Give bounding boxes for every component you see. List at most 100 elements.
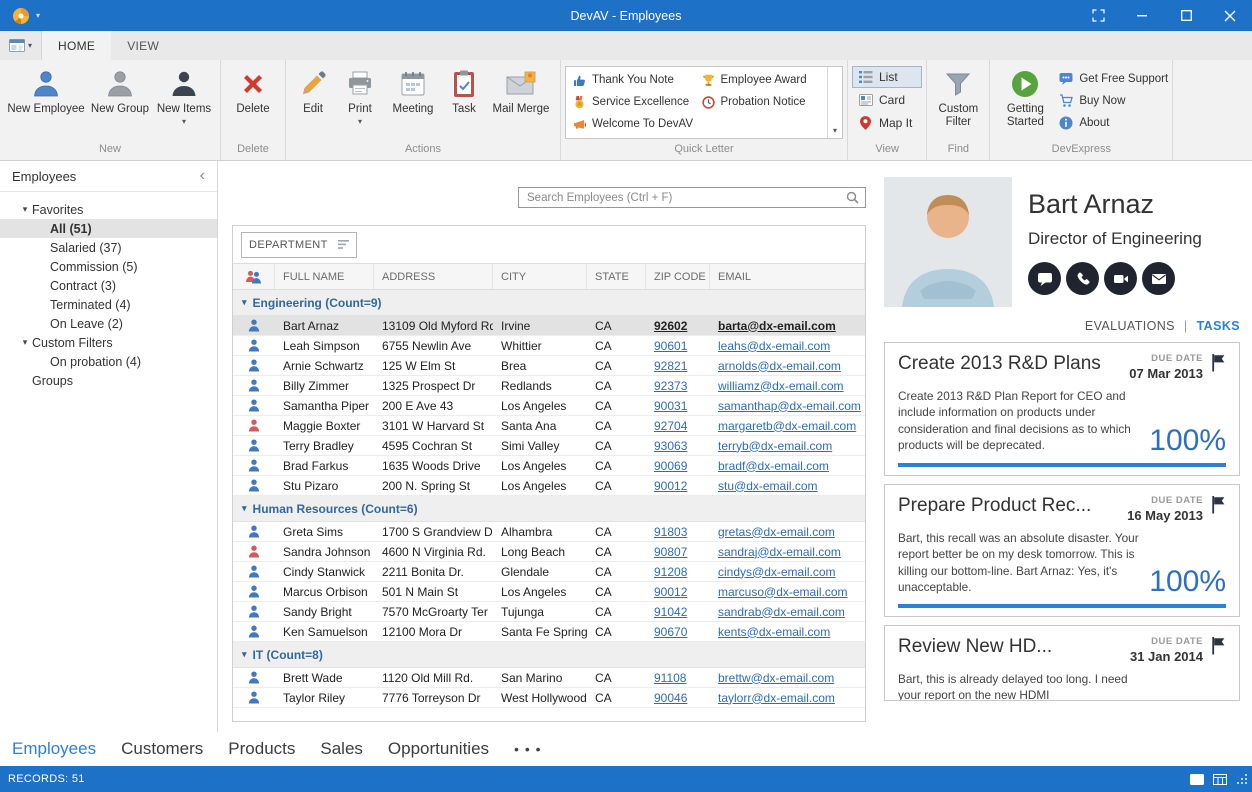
buy-now-button[interactable]: Buy Now [1058, 92, 1168, 109]
email-link[interactable]: leahs@dx-email.com [718, 339, 830, 353]
employee-row-marcus-orbison[interactable]: Marcus Orbison501 N Main StLos AngelesCA… [233, 582, 865, 602]
zip-code-link[interactable]: 90601 [654, 339, 687, 353]
zip-code-link[interactable]: 90031 [654, 399, 687, 413]
card-view-toggle-icon[interactable] [1190, 774, 1204, 785]
new-items-button[interactable]: New Items ▾ [152, 63, 216, 139]
application-menu-button[interactable]: ▾ [0, 31, 42, 60]
zip-code-link[interactable]: 92373 [654, 379, 687, 393]
group-row-it-count-8[interactable]: ▾IT (Count=8) [233, 642, 865, 668]
email-button[interactable] [1142, 262, 1175, 295]
display-options-button[interactable] [1076, 0, 1120, 31]
column-header-full-name[interactable]: FULL NAME [275, 264, 374, 289]
zip-code-link[interactable]: 91803 [654, 525, 687, 539]
sidebar-item-groups[interactable]: Groups [0, 371, 217, 390]
search-input[interactable] [527, 192, 846, 204]
zip-code-link[interactable]: 91208 [654, 565, 687, 579]
bottom-nav-sales[interactable]: Sales [320, 739, 363, 759]
column-header-zip-code[interactable]: ZIP CODE [646, 264, 710, 289]
resize-grip-icon[interactable] [1236, 773, 1248, 785]
bottom-nav-customers[interactable]: Customers [121, 739, 203, 759]
employee-row-greta-sims[interactable]: Greta Sims1700 S Grandview Dr.AlhambraCA… [233, 522, 865, 542]
getting-started-button[interactable]: Getting Started [994, 63, 1056, 139]
sidebar-item-terminated-4[interactable]: Terminated (4) [0, 295, 217, 314]
grid-view-toggle-icon[interactable] [1213, 774, 1227, 785]
employee-row-sandy-bright[interactable]: Sandy Bright7570 McGroarty TerTujungaCA9… [233, 602, 865, 622]
quick-letter-item-service-excellence[interactable]: Service Excellence [568, 91, 697, 113]
zip-code-link[interactable]: 90012 [654, 479, 687, 493]
email-link[interactable]: taylorr@dx-email.com [718, 691, 835, 705]
employee-row-leah-simpson[interactable]: Leah Simpson6755 Newlin AveWhittierCA906… [233, 336, 865, 356]
zip-code-link[interactable]: 90069 [654, 459, 687, 473]
quick-letter-item-thank-you-note[interactable]: Thank You Note [568, 69, 697, 91]
email-link[interactable]: kents@dx-email.com [718, 625, 830, 639]
quick-letter-item-employee-award[interactable]: Employee Award [697, 69, 826, 91]
task-card-review-new-hd[interactable]: Review New HD...DUE DATE31 Jan 2014Bart,… [884, 625, 1240, 701]
delete-button[interactable]: Delete [225, 63, 281, 139]
call-button[interactable] [1066, 262, 1099, 295]
column-header-person[interactable] [233, 264, 275, 289]
employee-row-stu-pizaro[interactable]: Stu Pizaro200 N. Spring StLos AngelesCA9… [233, 476, 865, 496]
sidebar-item-all-51[interactable]: All (51) [0, 219, 217, 238]
employee-row-ken-samuelson[interactable]: Ken Samuelson12100 Mora DrSanta Fe Sprin… [233, 622, 865, 642]
bottom-nav-opportunities[interactable]: Opportunities [388, 739, 489, 759]
new-employee-button[interactable]: New Employee [4, 63, 88, 139]
zip-code-link[interactable]: 90012 [654, 585, 687, 599]
tab-view[interactable]: VIEW [111, 31, 175, 60]
maximize-button[interactable] [1164, 0, 1208, 31]
email-link[interactable]: samanthap@dx-email.com [718, 399, 861, 413]
sidebar-item-salaried-37[interactable]: Salaried (37) [0, 238, 217, 257]
video-call-button[interactable] [1104, 262, 1137, 295]
group-row-human-resources-count-6[interactable]: ▾Human Resources (Count=6) [233, 496, 865, 522]
meeting-button[interactable]: Meeting [384, 63, 442, 139]
email-link[interactable]: sandraj@dx-email.com [718, 545, 841, 559]
email-link[interactable]: arnolds@dx-email.com [718, 359, 841, 373]
zip-code-link[interactable]: 90046 [654, 691, 687, 705]
employee-row-billy-zimmer[interactable]: Billy Zimmer1325 Prospect DrRedlandsCA92… [233, 376, 865, 396]
close-button[interactable] [1208, 0, 1252, 31]
task-card-prepare-product-rec[interactable]: Prepare Product Rec...DUE DATE16 May 201… [884, 484, 1240, 617]
collapse-arrow-icon[interactable]: ▾ [242, 503, 247, 514]
tab-tasks[interactable]: TASKS [1197, 319, 1240, 333]
task-card-create-2013-r-d-plans[interactable]: Create 2013 R&D PlansDUE DATE07 Mar 2013… [884, 342, 1240, 476]
bottom-nav-more-button[interactable]: • • • [514, 741, 541, 757]
employee-row-sandra-johnson[interactable]: Sandra Johnson4600 N Virginia Rd.Long Be… [233, 542, 865, 562]
email-link[interactable]: cindys@dx-email.com [718, 565, 836, 579]
view-card-button[interactable]: Card [852, 89, 922, 111]
employee-row-brett-wade[interactable]: Brett Wade1120 Old Mill Rd.San MarinoCA9… [233, 668, 865, 688]
employee-row-arnie-schwartz[interactable]: Arnie Schwartz125 W Elm StBreaCA92821arn… [233, 356, 865, 376]
collapse-arrow-icon[interactable]: ▾ [242, 297, 247, 308]
mail-merge-button[interactable]: Mail Merge [486, 63, 556, 139]
column-header-address[interactable]: ADDRESS [374, 264, 493, 289]
expand-arrow-icon[interactable]: ▾ [18, 337, 32, 348]
message-button[interactable] [1028, 262, 1061, 295]
quick-letter-item-probation-notice[interactable]: Probation Notice [697, 91, 826, 113]
email-link[interactable]: stu@dx-email.com [718, 479, 818, 493]
zip-code-link[interactable]: 93063 [654, 439, 687, 453]
zip-code-link[interactable]: 90670 [654, 625, 687, 639]
email-link[interactable]: terryb@dx-email.com [718, 439, 832, 453]
email-link[interactable]: margaretb@dx-email.com [718, 419, 856, 433]
sidebar-item-on-leave-2[interactable]: On Leave (2) [0, 314, 217, 333]
sidebar-item-on-probation-4[interactable]: On probation (4) [0, 352, 217, 371]
email-link[interactable]: bradf@dx-email.com [718, 459, 829, 473]
column-header-state[interactable]: STATE [587, 264, 646, 289]
app-menu-caret-icon[interactable]: ▾ [36, 11, 40, 20]
tab-evaluations[interactable]: EVALUATIONS [1085, 319, 1175, 333]
email-link[interactable]: marcuso@dx-email.com [718, 585, 848, 599]
edit-button[interactable]: Edit [290, 63, 336, 139]
new-group-button[interactable]: New Group [88, 63, 152, 139]
employee-row-samantha-piper[interactable]: Samantha Piper200 E Ave 43Los AngelesCA9… [233, 396, 865, 416]
zip-code-link[interactable]: 92602 [654, 319, 687, 333]
email-link[interactable]: williamz@dx-email.com [718, 379, 844, 393]
custom-filter-button[interactable]: Custom Filter [931, 63, 985, 139]
group-row-engineering-count-9[interactable]: ▾Engineering (Count=9) [233, 290, 865, 316]
column-header-city[interactable]: CITY [493, 264, 587, 289]
employee-row-terry-bradley[interactable]: Terry Bradley4595 Cochran StSimi ValleyC… [233, 436, 865, 456]
bottom-nav-products[interactable]: Products [228, 739, 295, 759]
app-logo-icon[interactable] [12, 7, 30, 25]
quick-letter-item-welcome-to-devav[interactable]: Welcome To DevAV [568, 113, 697, 135]
tab-home[interactable]: HOME [42, 31, 111, 60]
minimize-button[interactable] [1120, 0, 1164, 31]
email-link[interactable]: sandrab@dx-email.com [718, 605, 845, 619]
employee-row-cindy-stanwick[interactable]: Cindy Stanwick2211 Bonita Dr.GlendaleCA9… [233, 562, 865, 582]
